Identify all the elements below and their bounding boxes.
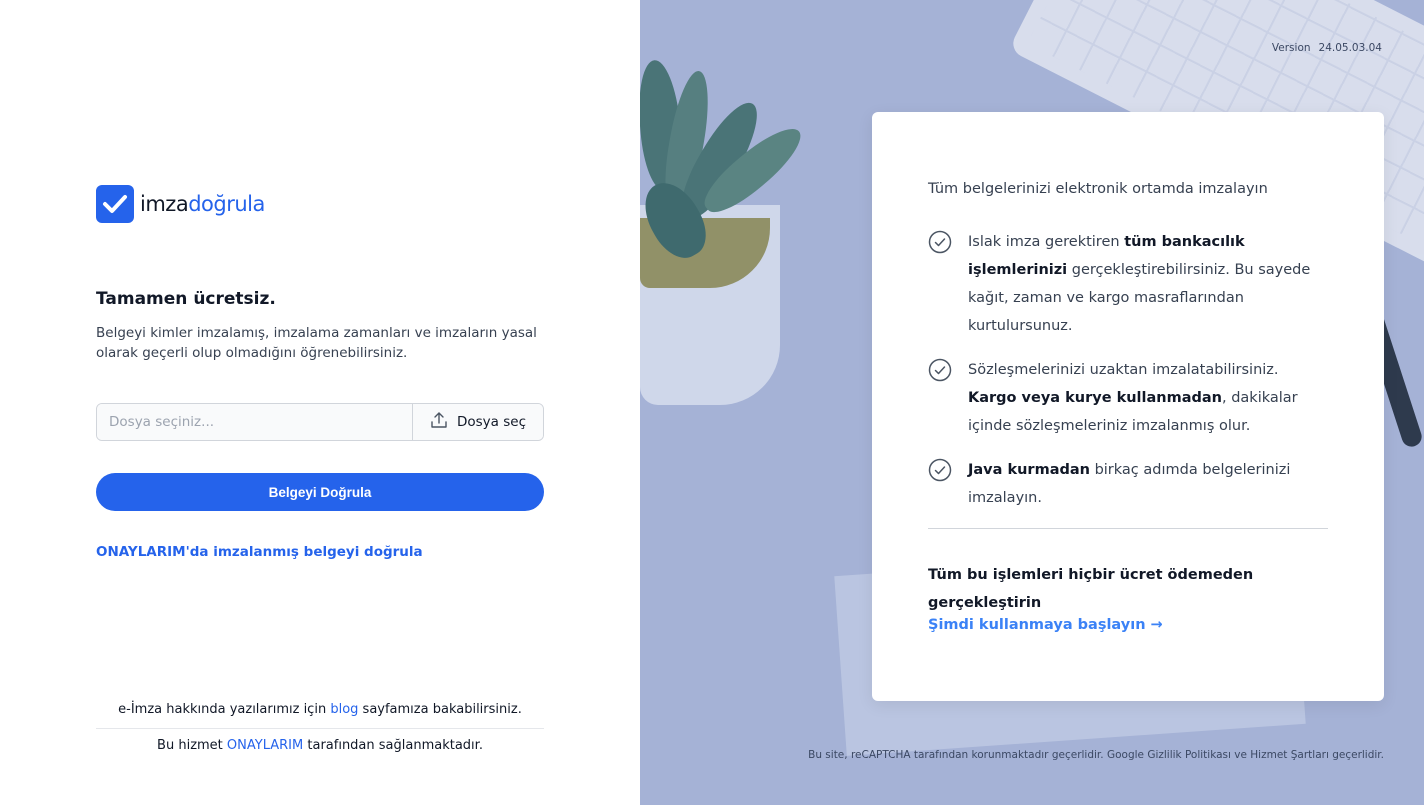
feature-text-bold: Kargo veya kurye kullanmadan xyxy=(968,390,1222,406)
feature-text-bold: Java kurmadan xyxy=(968,462,1090,478)
feature-text-regular: Sözleşmelerinizi uzaktan imzalatabilirsi… xyxy=(968,362,1279,378)
onaylarim-link[interactable]: ONAYLARIM xyxy=(227,738,303,753)
right-panel: Version 24.05.03.04 Tüm belgelerinizi ele… xyxy=(640,0,1424,805)
file-picker: Dosya seç xyxy=(96,403,544,441)
left-panel: imzadoğrula Tamamen ücretsiz. Belgeyi ki… xyxy=(0,0,640,805)
logo-text: imzadoğrula xyxy=(140,192,265,216)
choose-file-label: Dosya seç xyxy=(456,414,526,430)
info-card: Tüm belgelerinizi elektronik ortamda imz… xyxy=(872,112,1384,701)
feature-text-regular: Islak imza gerektiren xyxy=(968,234,1125,250)
logo[interactable]: imzadoğrula xyxy=(96,185,265,223)
footer-blog-suffix: sayfamıza bakabilirsiniz. xyxy=(362,702,522,717)
footer-provider-prefix: Bu hizmet xyxy=(157,738,223,753)
recaptcha-notice: Bu site, reCAPTCHA tarafından korunmakta… xyxy=(808,749,1384,761)
feature-item: Sözleşmelerinizi uzaktan imzalatabilirsi… xyxy=(928,356,1328,440)
feature-item: Java kurmadan birkaç adımda belgeleriniz… xyxy=(928,456,1328,512)
card-divider xyxy=(928,528,1328,529)
page-description: Belgeyi kimler imzalamış, imzalama zaman… xyxy=(96,325,537,361)
check-circle-icon xyxy=(928,358,952,382)
feature-item: Islak imza gerektiren tüm bankacılık işl… xyxy=(928,228,1328,340)
onaylarim-verify-link[interactable]: ONAYLARIM'da imzalanmış belgeyi doğrula xyxy=(96,544,423,560)
logo-text-dogrula: doğrula xyxy=(188,192,265,216)
card-intro: Tüm belgelerinizi elektronik ortamda imz… xyxy=(928,181,1268,197)
footer-provider-suffix: tarafından sağlanmaktadır. xyxy=(307,738,483,753)
start-now-link[interactable]: Şimdi kullanmaya başlayın → xyxy=(928,617,1163,633)
card-bottom-text: Tüm bu işlemleri hiçbir ücret ödemeden g… xyxy=(928,567,1254,611)
version-value: 24.05.03.04 xyxy=(1318,42,1382,54)
version-info: Version 24.05.03.04 xyxy=(1272,42,1382,54)
check-circle-icon xyxy=(928,230,952,254)
verify-document-button[interactable]: Belgeyi Doğrula xyxy=(96,473,544,511)
blog-link[interactable]: blog xyxy=(330,702,358,717)
page-title: Tamamen ücretsiz. xyxy=(96,289,276,309)
footer-provider-line: Bu hizmet ONAYLARIM tarafından sağlanmak… xyxy=(96,738,544,753)
footer-blog-prefix: e-İmza hakkında yazılarımız için xyxy=(118,702,327,717)
feature-text: Islak imza gerektiren tüm bankacılık işl… xyxy=(968,228,1328,340)
check-circle-icon xyxy=(928,458,952,482)
file-input[interactable] xyxy=(97,404,412,440)
feature-text: Sözleşmelerinizi uzaktan imzalatabilirsi… xyxy=(968,356,1328,440)
version-label: Version xyxy=(1271,42,1311,54)
footer-blog-line: e-İmza hakkında yazılarımız için blog sa… xyxy=(96,702,544,717)
logo-text-imza: imza xyxy=(140,192,189,216)
choose-file-button[interactable]: Dosya seç xyxy=(412,404,543,440)
feature-text: Java kurmadan birkaç adımda belgeleriniz… xyxy=(968,456,1328,512)
footer-divider xyxy=(96,728,544,729)
upload-icon xyxy=(430,411,448,433)
check-logo-icon xyxy=(96,185,134,223)
